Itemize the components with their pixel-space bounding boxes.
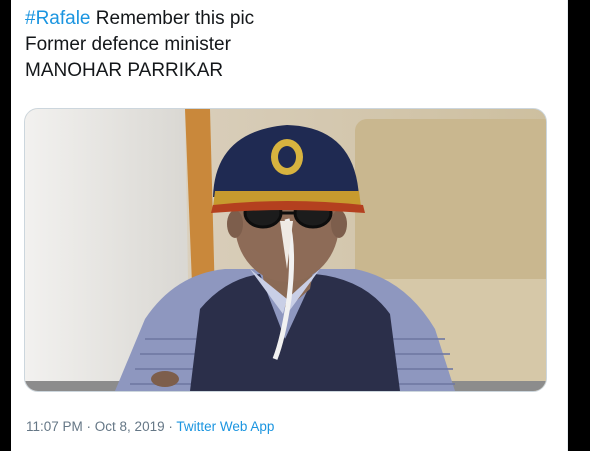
tweet-source-link[interactable]: Twitter Web App [176, 419, 274, 434]
tweet-photo[interactable] [24, 108, 547, 392]
column-divider [567, 0, 568, 451]
tweet-text: #Rafale Remember this pic Former defence… [25, 6, 254, 84]
tweet-date: Oct 8, 2019 [94, 419, 165, 434]
photo-illustration [25, 109, 546, 391]
chair-back [355, 119, 546, 299]
tweet-timestamp-link[interactable]: 11:07 PM · Oct 8, 2019 [26, 419, 165, 434]
hashtag-link[interactable]: #Rafale [25, 8, 91, 29]
meta-separator: · [164, 419, 177, 434]
meta-separator: · [82, 419, 95, 434]
tweet-card: #Rafale Remember this pic Former defence… [11, 0, 568, 451]
tweet-metadata: 11:07 PM · Oct 8, 2019 · Twitter Web App [26, 419, 274, 434]
tweet-line-1: #Rafale Remember this pic [25, 6, 254, 32]
tweet-line-1-text: Remember this pic [90, 8, 255, 29]
tweet-line-2: Former defence minister [25, 34, 231, 55]
tweet-line-3: MANOHAR PARRIKAR [25, 60, 224, 81]
tweet-time: 11:07 PM [26, 419, 83, 434]
